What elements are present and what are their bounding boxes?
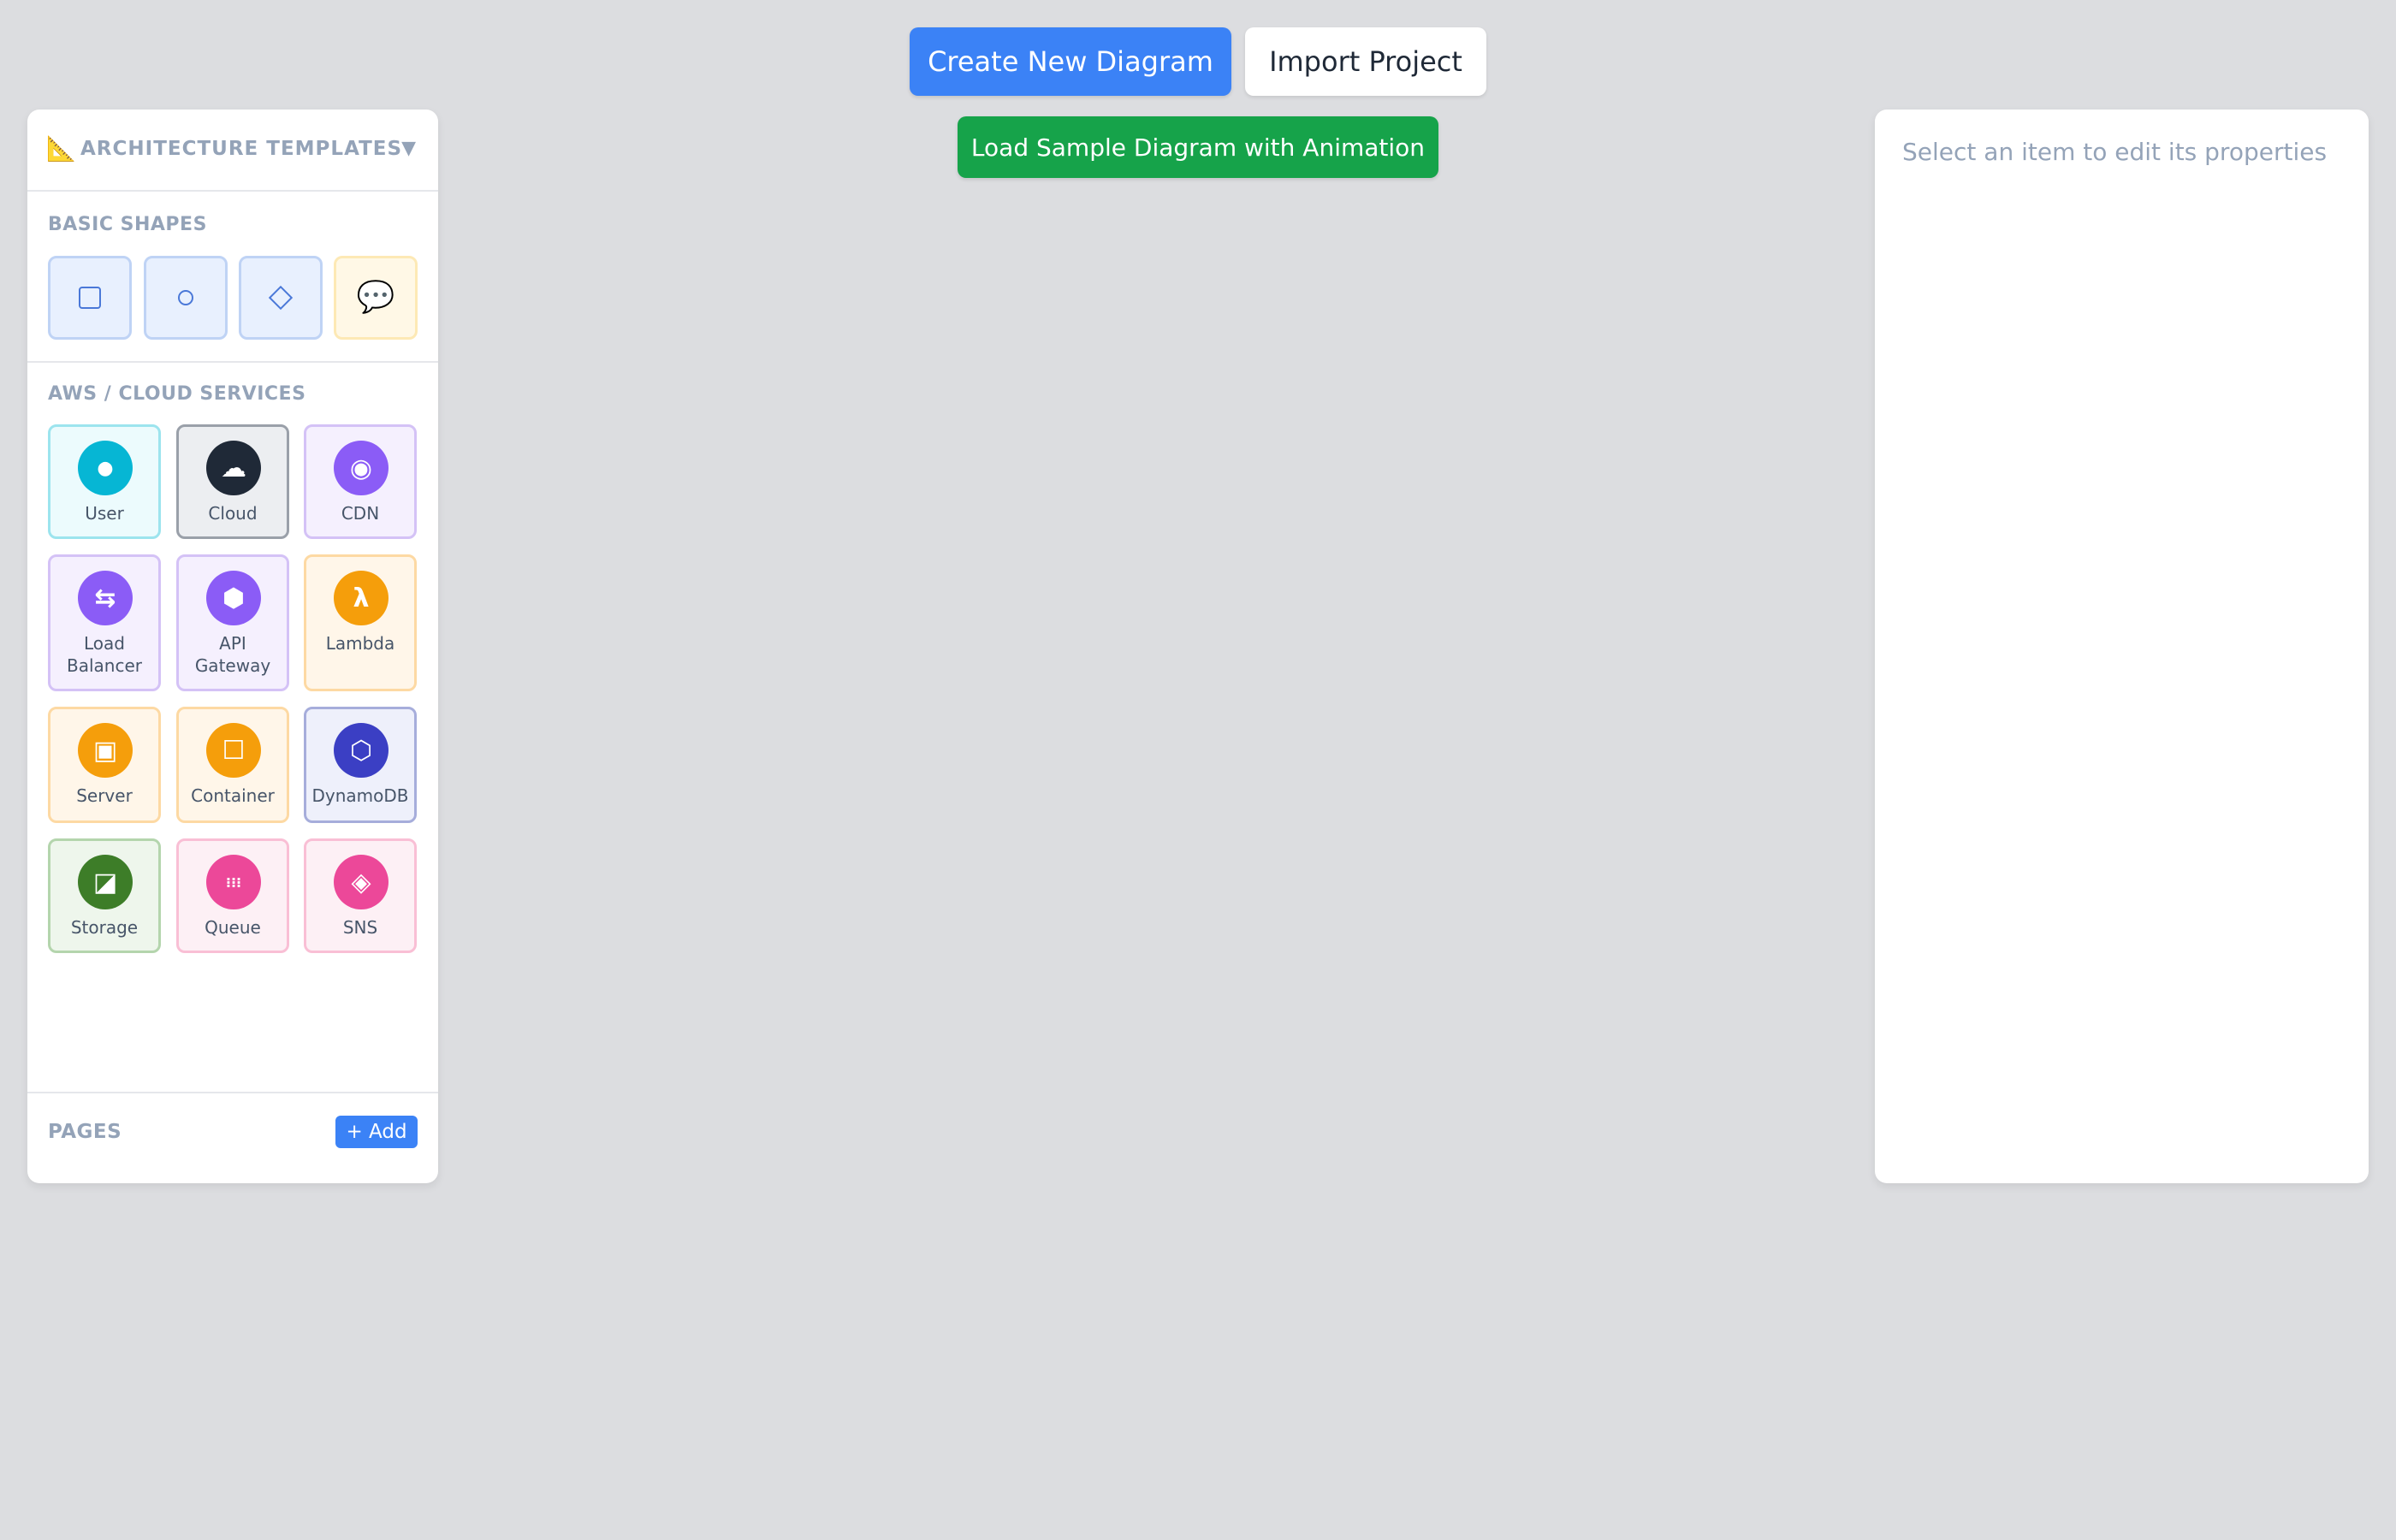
service-tile-cloud[interactable]: ☁ Cloud [176,424,289,539]
dynamodb-icon: ⬡ [334,723,388,778]
service-label: Lambda [325,633,395,654]
load-sample-diagram-button[interactable]: Load Sample Diagram with Animation [958,116,1438,178]
service-tile-container[interactable]: ☐ Container [176,707,289,823]
triangle-ruler-icon: 📐 [46,134,76,163]
service-label: Container [191,785,275,806]
service-tile-dynamodb[interactable]: ⬡ DynamoDB [304,707,417,823]
circle-icon [178,290,193,305]
storage-icon: ◪ [78,855,133,909]
service-label: Server [76,785,133,806]
chevron-down-icon[interactable]: ▼ [401,132,416,166]
service-tile-load-balancer[interactable]: ⇆ Load Balancer [48,554,161,691]
properties-hint: Select an item to edit its properties [1902,138,2328,166]
service-label: Load Balancer [67,633,142,676]
service-tile-storage[interactable]: ◪ Storage [48,838,161,953]
service-tile-user[interactable]: ● User [48,424,161,539]
import-project-button[interactable]: Import Project [1245,27,1486,96]
cloud-icon: ☁ [206,441,261,495]
sidebar-title: ARCHITECTURE TEMPLATES [80,138,403,160]
service-tile-lambda[interactable]: λ Lambda [304,554,417,691]
service-label: Queue [205,917,261,938]
service-label: Storage [70,917,139,938]
service-label: Cloud [208,503,258,524]
templates-sidebar: 📐 ARCHITECTURE TEMPLATES ▼ BASIC SHAPES … [27,110,438,1183]
sns-icon: ◈ [334,855,388,909]
sidebar-header[interactable]: 📐 ARCHITECTURE TEMPLATES ▼ [27,110,438,192]
service-tile-queue[interactable]: ⁝⁝⁝ Queue [176,838,289,953]
api-gateway-icon: ⬢ [206,571,261,625]
shape-speech-bubble-tile[interactable]: 💬 [334,256,418,340]
add-page-button[interactable]: + Add [335,1116,418,1148]
basic-shapes-title: BASIC SHAPES [48,214,207,235]
service-tile-cdn[interactable]: ◉ CDN [304,424,417,539]
service-tile-server[interactable]: ▣ Server [48,707,161,823]
create-new-diagram-button[interactable]: Create New Diagram [910,27,1231,96]
properties-panel: Select an item to edit its properties [1875,110,2369,1183]
service-label: API Gateway [194,633,271,676]
shape-diamond-tile[interactable] [239,256,323,340]
pages-title: PAGES [48,1121,122,1143]
queue-icon: ⁝⁝⁝ [206,855,261,909]
container-icon: ☐ [206,723,261,778]
diamond-icon [268,285,294,311]
service-tile-sns[interactable]: ◈ SNS [304,838,417,953]
lambda-icon: λ [334,571,388,625]
shape-circle-tile[interactable] [144,256,228,340]
load-balancer-icon: ⇆ [78,571,133,625]
server-icon: ▣ [78,723,133,778]
section-divider [27,361,438,363]
service-label: User [85,503,124,524]
service-label: DynamoDB [311,785,409,806]
cloud-services-title: AWS / CLOUD SERVICES [48,383,306,405]
pages-divider [27,1092,438,1093]
rectangle-icon [79,287,101,309]
service-label: SNS [342,917,378,938]
user-icon: ● [78,441,133,495]
cdn-icon: ◉ [334,441,388,495]
service-label: CDN [341,503,380,524]
shape-rectangle-tile[interactable] [48,256,132,340]
speech-bubble-icon: 💬 [356,280,395,315]
service-tile-api-gateway[interactable]: ⬢ API Gateway [176,554,289,691]
